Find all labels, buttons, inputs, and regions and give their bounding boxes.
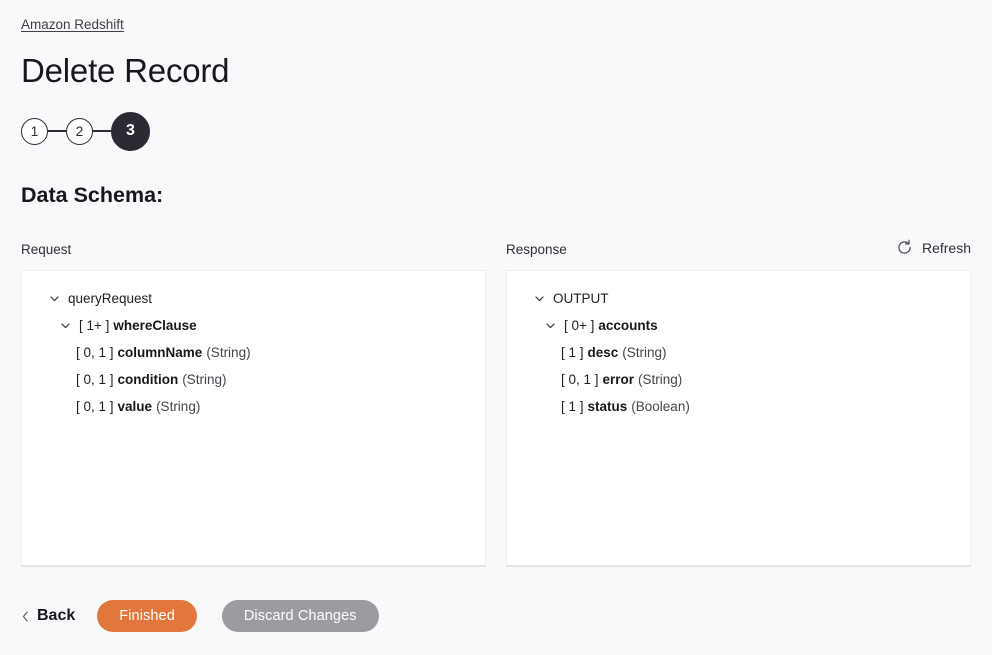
tree-row[interactable]: [ 0, 1 ] value (String) (22, 395, 485, 418)
schema-header-row: Request Response Refresh (21, 239, 971, 265)
back-button[interactable]: Back (21, 607, 75, 625)
field-multiplicity: [ 1+ ] (79, 318, 110, 333)
stepper-step-2-label: 2 (75, 123, 84, 139)
section-heading-data-schema: Data Schema: (21, 183, 164, 207)
field-name: value (117, 399, 153, 414)
back-button-label: Back (37, 607, 76, 624)
tree-row[interactable]: [ 1+ ] whereClause (22, 314, 485, 337)
response-schema-panel: OUTPUT[ 0+ ] accounts[ 1 ] desc (String)[ 0… (506, 270, 971, 567)
chevron-down-icon[interactable] (533, 292, 546, 305)
request-schema-panel: queryRequest[ 1+ ] whereClause[ 0, 1 ] col… (21, 270, 486, 567)
refresh-button-label: Refresh (921, 239, 971, 256)
stepper-step-1-label: 1 (30, 123, 39, 139)
field-type: (Boolean) (631, 399, 690, 414)
tree-row[interactable]: [ 1 ] desc (String) (507, 341, 970, 364)
field-name: whereClause (113, 318, 197, 333)
tree-row[interactable]: [ 0, 1 ] error (String) (507, 368, 970, 391)
schema-panels: queryRequest[ 1+ ] whereClause[ 0, 1 ] col… (21, 270, 971, 567)
field-type: (String) (206, 345, 251, 360)
breadcrumb-link-amazon-redshift[interactable]: Amazon Redshift (21, 17, 124, 32)
request-column-label: Request (21, 242, 72, 257)
refresh-button[interactable]: Refresh (896, 239, 971, 256)
tree-row[interactable]: queryRequest (22, 287, 485, 310)
page-title: Delete Record (21, 52, 230, 89)
field-multiplicity: [ 0, 1 ] (561, 372, 599, 387)
field-name: columnName (117, 345, 203, 360)
field-name: condition (117, 372, 179, 387)
response-tree: OUTPUT[ 0+ ] accounts[ 1 ] desc (String)[ 0… (507, 287, 970, 418)
chevron-down-icon[interactable] (544, 319, 557, 332)
response-column-label: Response (506, 242, 567, 257)
tree-row[interactable]: OUTPUT (507, 287, 970, 310)
chevron-down-icon[interactable] (59, 319, 72, 332)
request-tree: queryRequest[ 1+ ] whereClause[ 0, 1 ] col… (22, 287, 485, 418)
stepper-step-3-label: 3 (126, 122, 135, 139)
refresh-icon (896, 239, 913, 256)
wizard-stepper: 1 2 3 (21, 107, 971, 155)
field-multiplicity: [ 0, 1 ] (76, 372, 114, 387)
field-multiplicity: [ 1 ] (561, 399, 584, 414)
field-type: (String) (182, 372, 227, 387)
field-multiplicity: [ 0+ ] (564, 318, 595, 333)
field-type: (String) (638, 372, 683, 387)
field-name: accounts (598, 318, 658, 333)
field-multiplicity: [ 0, 1 ] (76, 345, 114, 360)
schema-root-name: OUTPUT (553, 291, 609, 306)
stepper-step-2[interactable]: 2 (66, 117, 93, 145)
tree-row[interactable]: [ 0, 1 ] columnName (String) (22, 341, 485, 364)
chevron-down-icon[interactable] (48, 292, 61, 305)
field-multiplicity: [ 1 ] (561, 345, 584, 360)
stepper-step-3[interactable]: 3 (111, 111, 150, 151)
stepper-step-1[interactable]: 1 (21, 117, 48, 145)
field-name: error (602, 372, 635, 387)
tree-row[interactable]: [ 0+ ] accounts (507, 314, 970, 337)
chevron-left-icon (21, 610, 30, 623)
footer-actions: Back Finished Discard Changes (21, 600, 971, 632)
delete-record-page: Amazon Redshift Delete Record 1 2 3 Data… (0, 0, 992, 655)
field-multiplicity: [ 0, 1 ] (76, 399, 114, 414)
breadcrumb: Amazon Redshift (21, 0, 971, 34)
field-type: (String) (156, 399, 201, 414)
stepper-connector-1-2 (48, 130, 66, 132)
field-name: desc (587, 345, 619, 360)
field-type: (String) (622, 345, 667, 360)
schema-root-name: queryRequest (68, 291, 153, 306)
finished-button[interactable]: Finished (97, 600, 197, 632)
field-name: status (587, 399, 628, 414)
stepper-connector-2-3 (93, 130, 111, 132)
tree-row[interactable]: [ 0, 1 ] condition (String) (22, 368, 485, 391)
discard-changes-button[interactable]: Discard Changes (221, 600, 379, 632)
tree-row[interactable]: [ 1 ] status (Boolean) (507, 395, 970, 418)
